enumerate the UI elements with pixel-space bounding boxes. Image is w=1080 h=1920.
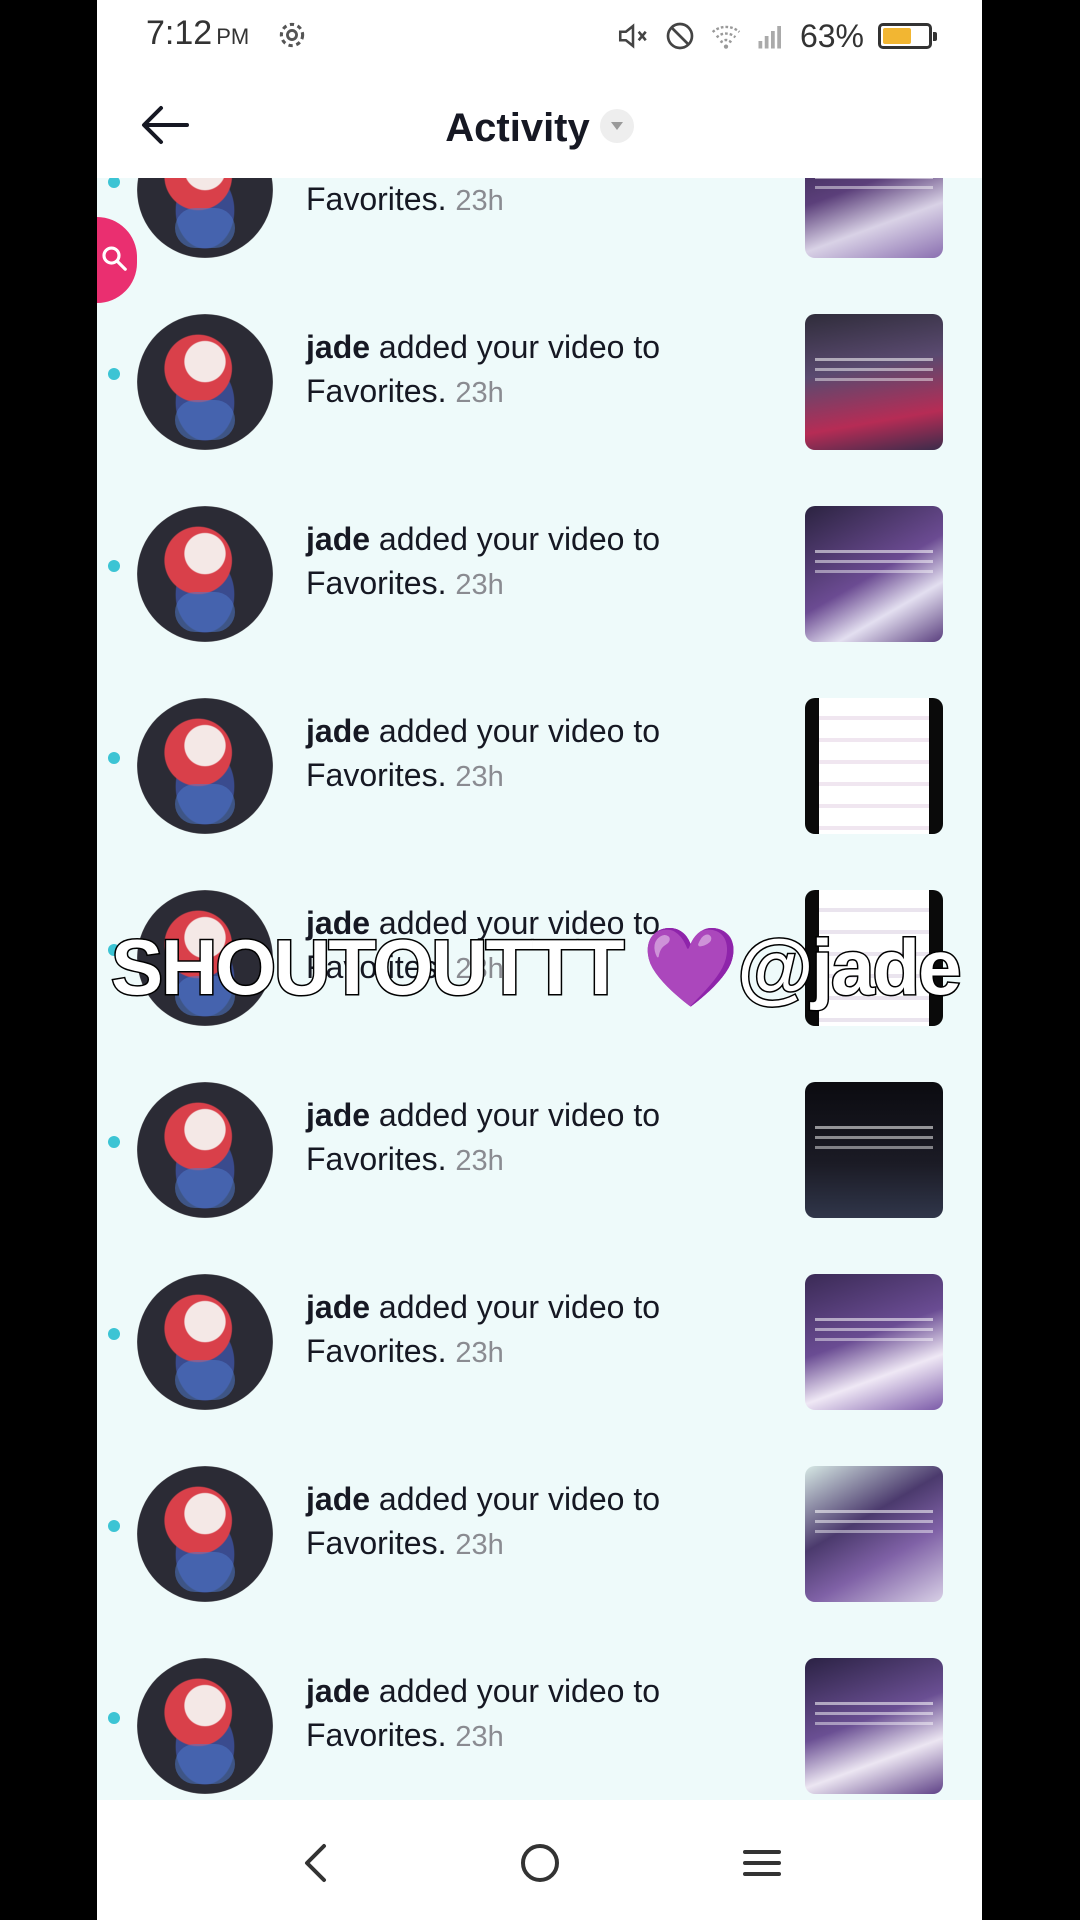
notification-text: jade added your video to Favorites. 23h xyxy=(306,1673,661,1753)
wifi-icon xyxy=(711,25,741,49)
battery-fill xyxy=(883,28,911,44)
avatar[interactable] xyxy=(137,506,273,642)
avatar[interactable] xyxy=(137,1274,273,1410)
notification-row[interactable]: jade added your video to Favorites. 23h xyxy=(97,1611,982,1800)
activity-filter[interactable]: Activity xyxy=(97,106,982,151)
video-thumbnail[interactable] xyxy=(805,314,943,450)
circle-home-icon[interactable] xyxy=(515,1838,565,1888)
signal-icon xyxy=(758,26,781,49)
notification-row[interactable]: jade added your video to Favorites. 23h xyxy=(97,651,982,843)
avatar[interactable] xyxy=(137,314,273,450)
status-icons: 63% xyxy=(616,14,937,58)
page-title: Activity xyxy=(445,106,590,150)
notification-text: jade added your video to Favorites. 23h xyxy=(306,521,661,601)
mute-icon xyxy=(618,23,647,49)
notification-text: jade added your video to Favorites. 23h xyxy=(306,1481,661,1561)
system-nav-bar xyxy=(97,1800,982,1920)
avatar[interactable] xyxy=(137,698,273,834)
video-thumbnail[interactable] xyxy=(805,1658,943,1794)
unread-dot xyxy=(108,1520,120,1532)
notification-text: jade added your video to Favorites. 23h xyxy=(306,181,504,217)
do-not-disturb-icon xyxy=(666,22,694,50)
unread-dot xyxy=(108,1712,120,1724)
status-time: 7:12 PM xyxy=(146,14,250,52)
chevron-down-icon xyxy=(599,109,634,144)
avatar[interactable] xyxy=(137,1466,273,1602)
notification-row[interactable]: jade added your video to Favorites. 23h xyxy=(97,1227,982,1419)
unread-dot xyxy=(108,178,120,188)
video-thumbnail[interactable] xyxy=(805,1466,943,1602)
video-thumbnail[interactable] xyxy=(805,698,943,834)
unread-dot xyxy=(108,1136,120,1148)
notification-text: jade added your video to Favorites. 23h xyxy=(306,1097,661,1177)
avatar[interactable] xyxy=(137,1082,273,1218)
battery-percent: 63% xyxy=(799,17,864,54)
video-thumbnail[interactable] xyxy=(805,1274,943,1410)
video-thumbnail[interactable] xyxy=(805,1082,943,1218)
notification-row[interactable]: jade added your video to Favorites. 23h xyxy=(97,267,982,459)
search-icon xyxy=(102,246,127,271)
unread-dot xyxy=(108,560,120,572)
notification-text: jade added your video to Favorites. 23h xyxy=(306,329,661,409)
notification-row[interactable]: jade added your video to Favorites. 23h xyxy=(97,1419,982,1611)
notification-row[interactable]: jade added your video to Favorites. 23h xyxy=(97,178,982,267)
battery-icon xyxy=(878,23,937,49)
status-bar: 7:12 PM 63% xyxy=(97,0,982,72)
video-thumbnail[interactable] xyxy=(805,178,943,258)
unread-dot xyxy=(108,368,120,380)
avatar[interactable] xyxy=(137,1658,273,1794)
phone-screen: 7:12 PM 63% Activity Favorites. 23h jade… xyxy=(97,0,982,1920)
unread-dot xyxy=(108,752,120,764)
avatar[interactable] xyxy=(137,178,273,258)
notification-row[interactable]: jade added your video to Favorites. 23h xyxy=(97,1035,982,1227)
video-caption-overlay: SHOUTOUTTT 💜@jade xyxy=(109,922,962,1013)
chevron-left-icon[interactable] xyxy=(292,1838,342,1888)
notification-row[interactable]: jade added your video to Favorites. 23h xyxy=(97,459,982,651)
notification-text: jade added your video to Favorites. 23h xyxy=(306,1289,661,1369)
video-thumbnail[interactable] xyxy=(805,506,943,642)
unread-dot xyxy=(108,1328,120,1340)
notification-text: jade added your video to Favorites. 23h xyxy=(306,713,661,793)
menu-icon[interactable] xyxy=(737,1838,787,1888)
header: Activity xyxy=(97,72,982,178)
gear-icon xyxy=(279,22,305,48)
